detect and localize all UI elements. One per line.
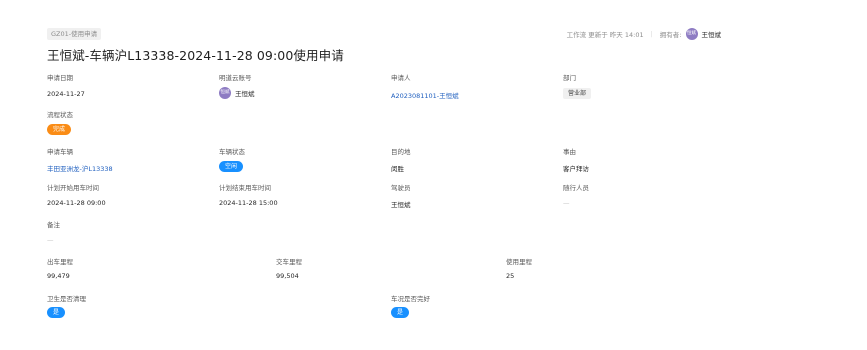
planned-end-value: 2024-11-28 15:00	[219, 199, 278, 207]
form-type-tag: GZ01-使用申请	[47, 28, 102, 40]
owner-name[interactable]: 王恒斌	[702, 29, 722, 39]
process-status-badge: 完成	[47, 124, 72, 135]
out-mileage-label: 出车里程	[47, 258, 73, 266]
applicant-link[interactable]: A2023081101-王恒斌	[391, 90, 459, 100]
planned-start-label: 计划开始用车时间	[47, 184, 99, 192]
remarks-value: —	[47, 236, 54, 244]
record-meta: 工作流 更新于 昨天 14:01 | 拥有者: 恒斌 王恒斌	[567, 28, 721, 40]
driver-value: 王恒斌	[391, 201, 411, 209]
applicant-label: 申请人	[391, 74, 411, 82]
used-mileage-label: 使用里程	[506, 258, 532, 266]
vehicle-intact-badge: 是	[391, 307, 410, 318]
planned-start-value: 2024-11-28 09:00	[47, 199, 106, 207]
mingdao-account-label: 明道云账号	[219, 74, 252, 82]
reason-value: 客户拜访	[563, 165, 589, 173]
out-mileage-value: 99,479	[47, 272, 70, 280]
vehicle-label: 申请车辆	[47, 148, 73, 156]
department-label: 部门	[563, 74, 576, 82]
apply-date-label: 申请日期	[47, 74, 73, 82]
reason-label: 事由	[563, 148, 576, 156]
process-status-label: 流程状态	[47, 111, 73, 119]
return-mileage-value: 99,504	[276, 272, 299, 280]
destination-value: 闵胜	[391, 165, 404, 173]
companions-value: —	[563, 199, 570, 207]
remarks-label: 备注	[47, 221, 60, 229]
workflow-update-text: 工作流 更新于 昨天 14:01	[566, 31, 644, 39]
used-mileage-value: 25	[506, 272, 515, 280]
vehicle-intact-label: 车况是否完好	[391, 295, 430, 303]
department-tag[interactable]: 营业部	[563, 88, 592, 99]
vehicle-link[interactable]: 丰田亚洲龙-沪L13338	[47, 163, 113, 173]
owner-avatar[interactable]: 恒斌	[685, 28, 698, 40]
meta-divider: |	[650, 30, 653, 38]
vehicle-status-badge: 空闲	[219, 161, 244, 172]
hygiene-clean-badge: 是	[47, 307, 66, 318]
return-mileage-label: 交车里程	[276, 258, 302, 266]
destination-label: 目的地	[391, 148, 411, 156]
apply-date-value: 2024-11-27	[47, 90, 85, 98]
companions-label: 随行人员	[563, 184, 589, 192]
owner-label: 拥有者:	[659, 31, 682, 39]
driver-label: 驾驶员	[391, 184, 411, 192]
member-name: 王恒斌	[235, 90, 255, 98]
hygiene-clean-label: 卫生是否清理	[47, 295, 86, 303]
page-title: 王恒斌-车辆沪L13338-2024-11-28 09:00使用申请	[47, 48, 344, 63]
mingdao-account-member[interactable]: 恒斌 王恒斌	[219, 87, 255, 99]
planned-end-label: 计划结束用车时间	[219, 184, 271, 192]
vehicle-status-label: 车辆状态	[219, 148, 245, 156]
member-avatar: 恒斌	[219, 87, 231, 99]
